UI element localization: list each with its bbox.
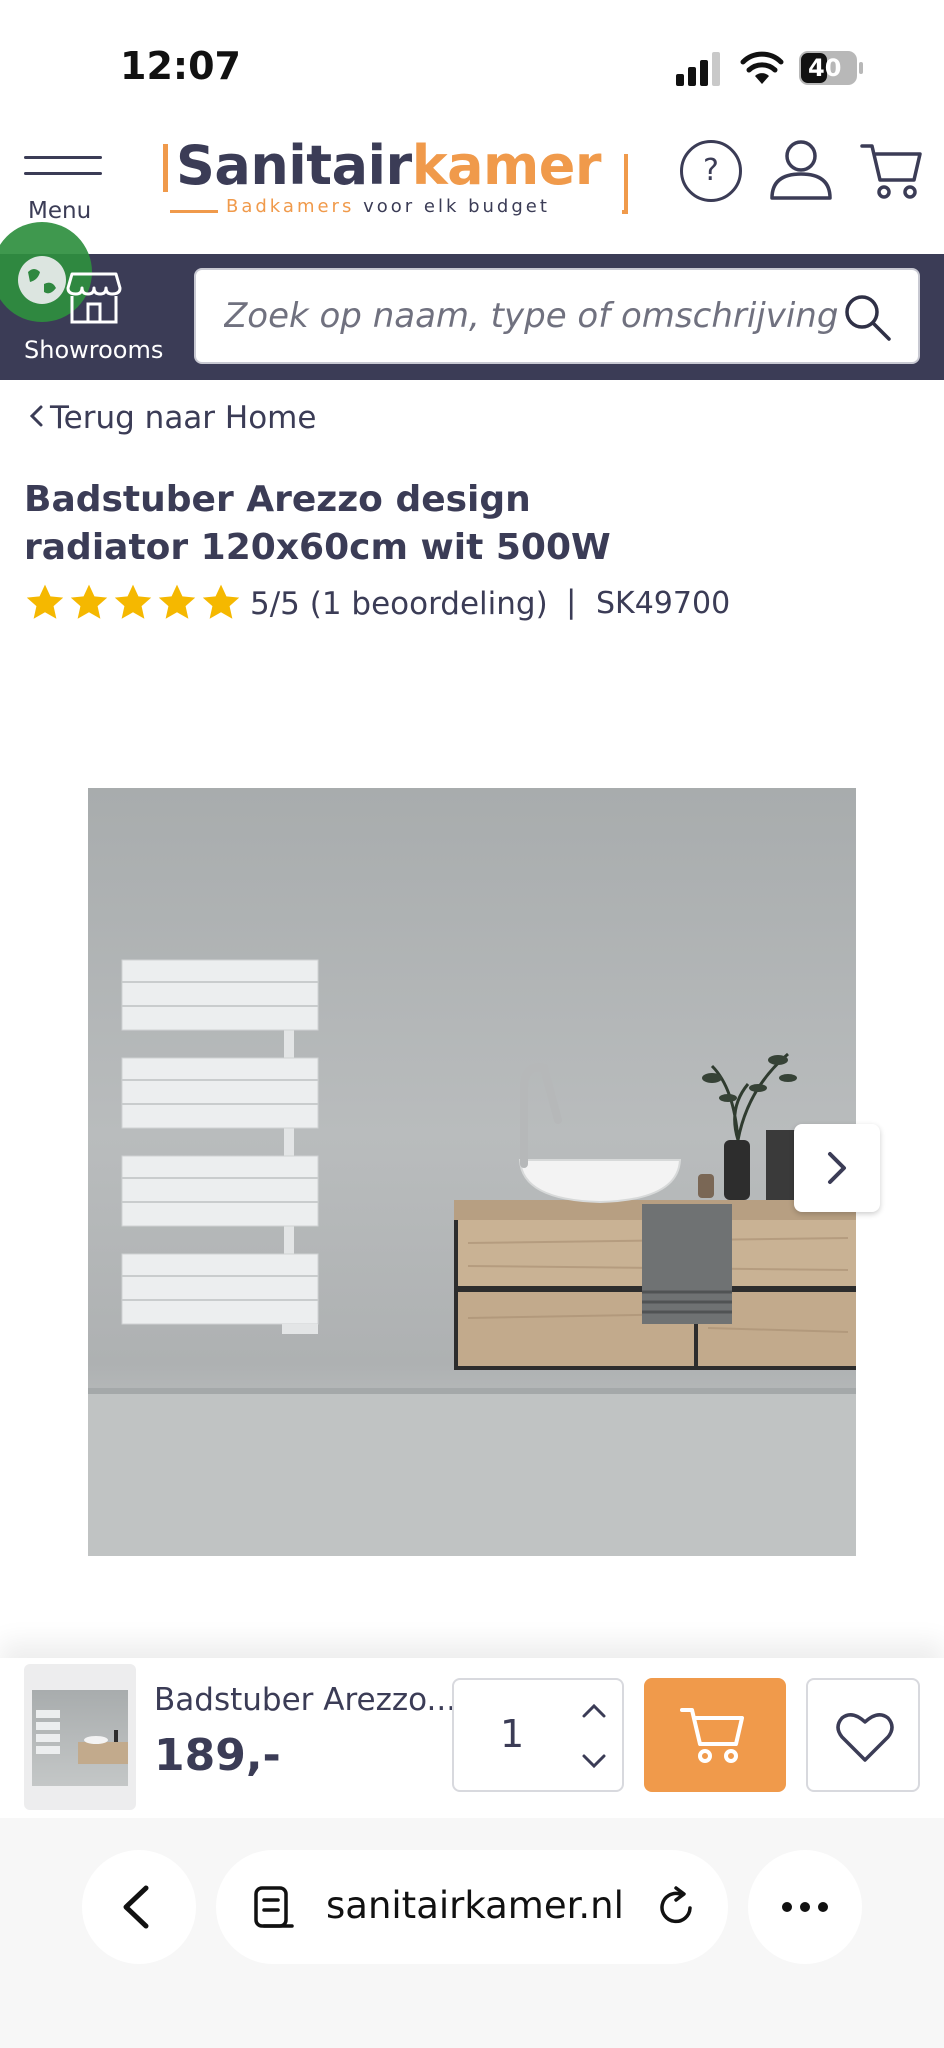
chevron-right-icon (828, 1152, 846, 1184)
cart-icon[interactable] (860, 140, 924, 202)
menu-label: Menu (28, 198, 92, 224)
hamburger-icon (24, 156, 102, 159)
product-thumbnail-image (32, 1690, 128, 1786)
search-navbar: Showrooms (0, 222, 944, 380)
browser-toolbar: sanitairkamer.nl (0, 1818, 944, 2048)
showrooms-label: Showrooms (24, 336, 164, 364)
help-button[interactable]: ? (680, 140, 742, 202)
product-image[interactable] (88, 788, 856, 1556)
chevron-left-icon (28, 400, 44, 436)
product-title: Badstuber Arezzo design radiator 120x60c… (24, 479, 611, 568)
cart-icon (680, 1708, 744, 1763)
page-settings-icon[interactable] (252, 1884, 294, 1930)
star-icon (26, 584, 64, 619)
back-link-label: Terug naar Home (50, 400, 317, 436)
sticky-product-price: 189,- (154, 1730, 281, 1781)
more-options-button[interactable] (748, 1850, 862, 1964)
bathroom-scene-illustration (88, 959, 856, 1556)
image-next-button[interactable] (794, 1124, 880, 1212)
chevron-down-icon[interactable] (576, 1744, 612, 1780)
quantity-value[interactable]: 1 (500, 1712, 524, 1756)
url-text[interactable]: sanitairkamer.nl (326, 1884, 624, 1927)
star-icon (158, 584, 196, 619)
logo-underline (170, 210, 218, 213)
logo-tagline-accent: Badkamers (226, 196, 355, 217)
product-thumbnail (24, 1664, 136, 1810)
star-icon (114, 584, 152, 619)
status-time: 12:07 (120, 44, 241, 88)
reload-icon[interactable] (656, 1886, 698, 1928)
cellular-signal-icon (676, 52, 720, 86)
browser-back-button[interactable] (82, 1850, 196, 1964)
address-bar[interactable]: sanitairkamer.nl (216, 1850, 728, 1964)
back-to-home-link[interactable]: Terug naar Home (28, 400, 316, 436)
logo-part2: kamer (411, 134, 602, 197)
hamburger-icon-line (24, 172, 102, 175)
showrooms-button[interactable]: Showrooms (0, 222, 190, 380)
product-rating-row: 5/5 (1 beoordeling) | SK49700 (24, 578, 924, 634)
search-icon[interactable] (842, 292, 892, 342)
search-box[interactable] (194, 268, 920, 364)
rating-stars[interactable] (24, 582, 242, 624)
thumbnail-scene-illustration (36, 1710, 128, 1764)
product-sku: SK49700 (596, 586, 731, 621)
divider: | (566, 584, 577, 620)
ellipsis-icon (782, 1902, 828, 1912)
wifi-icon (740, 51, 784, 84)
wishlist-button[interactable] (806, 1678, 920, 1792)
sticky-product-bar: Badstuber Arezzo... 189,- 1 (0, 1658, 944, 1818)
battery-level: 40 (808, 54, 842, 82)
site-header: Menu Sanitairkamer Badkamers voor elk bu… (0, 130, 944, 254)
star-icon (70, 584, 108, 619)
account-icon[interactable] (768, 136, 834, 202)
logo-tagline-rest: voor elk budget (354, 196, 550, 217)
heart-icon (836, 1713, 894, 1762)
rating-text[interactable]: 5/5 (1 beoordeling) (250, 586, 548, 622)
star-icon (202, 584, 240, 619)
logo-bracket (163, 144, 168, 192)
logo-wordmark: Sanitairkamer (176, 134, 602, 197)
status-bar: 12:07 40 (0, 0, 944, 130)
add-to-cart-button[interactable] (644, 1678, 786, 1792)
chevron-left-icon (123, 1885, 149, 1929)
quantity-stepper[interactable]: 1 (452, 1678, 624, 1792)
search-input[interactable] (224, 270, 844, 362)
sticky-product-name: Badstuber Arezzo... (154, 1682, 457, 1718)
site-logo[interactable]: Sanitairkamer Badkamers voor elk budget (160, 134, 630, 244)
storefront-icon (66, 272, 122, 324)
logo-bracket-right (622, 154, 628, 214)
logo-tagline: Badkamers voor elk budget (226, 196, 550, 217)
logo-part1: Sanitair (176, 134, 412, 197)
battery-indicator: 40 (798, 50, 864, 86)
chevron-up-icon[interactable] (576, 1692, 612, 1728)
globe-icon (18, 256, 66, 304)
help-icon: ? (703, 153, 719, 188)
